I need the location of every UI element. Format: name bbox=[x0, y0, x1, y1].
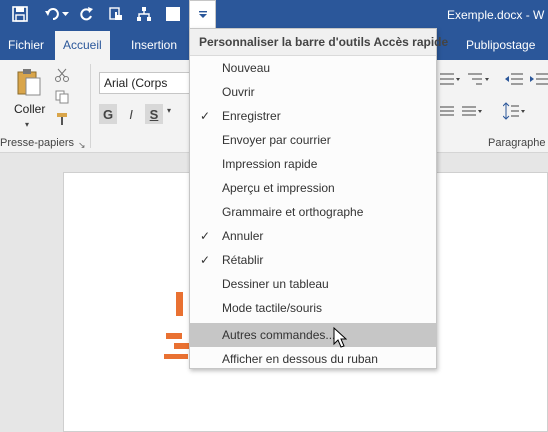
check-icon: ✓ bbox=[200, 253, 211, 267]
copy-icon[interactable] bbox=[55, 90, 69, 107]
draw-table-icon[interactable] bbox=[133, 3, 155, 25]
paragraph-group-label: Paragraphe bbox=[488, 137, 546, 149]
justify-icon[interactable] bbox=[440, 106, 454, 121]
undo-dropdown-icon[interactable] bbox=[60, 3, 70, 25]
blank-icon[interactable] bbox=[162, 3, 184, 25]
cut-icon[interactable] bbox=[55, 68, 69, 85]
tab-publipostage[interactable]: Publipostage bbox=[458, 31, 543, 60]
increase-indent-icon[interactable] bbox=[530, 72, 548, 89]
menu-item-ouvrir[interactable]: Ouvrir bbox=[190, 80, 436, 104]
check-icon: ✓ bbox=[200, 229, 211, 243]
chevron-down-icon bbox=[198, 10, 207, 18]
customize-qat-menu: Personnaliser la barre d'outils Accès ra… bbox=[189, 28, 448, 371]
decrease-indent-icon[interactable] bbox=[505, 72, 523, 89]
menu-item-enregistrer[interactable]: ✓ Enregistrer bbox=[190, 104, 436, 128]
tab-insertion[interactable]: Insertion bbox=[123, 31, 185, 60]
italic-button[interactable]: I bbox=[122, 104, 140, 124]
menu-item-nouveau[interactable]: Nouveau bbox=[190, 56, 436, 80]
tab-fichier[interactable]: Fichier bbox=[0, 31, 52, 60]
tab-accueil[interactable]: Accueil bbox=[55, 31, 110, 60]
paste-dropdown-icon[interactable]: ▾ bbox=[25, 120, 29, 129]
clipboard-group-label: Presse-papiers bbox=[0, 137, 74, 149]
format-painter-icon[interactable] bbox=[55, 112, 69, 129]
menu-item-mode-tactile[interactable]: Mode tactile/souris bbox=[190, 296, 436, 320]
paste-icon[interactable] bbox=[16, 68, 44, 101]
menu-item-retablir[interactable]: ✓ Rétablir bbox=[190, 248, 436, 272]
check-icon: ✓ bbox=[200, 109, 211, 123]
save-icon[interactable] bbox=[9, 3, 31, 25]
touch-mode-icon[interactable] bbox=[105, 3, 127, 25]
document-title: Exemple.docx - W bbox=[447, 8, 545, 22]
multilevel-list-icon[interactable] bbox=[468, 72, 490, 89]
redo-icon[interactable] bbox=[75, 3, 97, 25]
menu-item-annuler[interactable]: ✓ Annuler bbox=[190, 224, 436, 248]
menu-item-autres-commandes[interactable]: Autres commandes... bbox=[190, 323, 436, 347]
dialog-launcher-icon[interactable]: ↘ bbox=[78, 140, 86, 151]
list-icon[interactable] bbox=[440, 72, 460, 89]
line-spacing-icon[interactable] bbox=[502, 102, 525, 123]
underline-button[interactable]: S bbox=[145, 104, 163, 124]
menu-item-dessiner-tableau[interactable]: Dessiner un tableau bbox=[190, 272, 436, 296]
menu-item-grammaire[interactable]: Grammaire et orthographe bbox=[190, 200, 436, 224]
menu-title: Personnaliser la barre d'outils Accès ra… bbox=[190, 29, 448, 56]
group-separator bbox=[90, 64, 91, 148]
paste-label[interactable]: Coller bbox=[14, 102, 45, 116]
title-bar: Exemple.docx - W bbox=[0, 0, 548, 31]
menu-item-apercu-impression[interactable]: Aperçu et impression bbox=[190, 176, 436, 200]
menu-item-envoyer-par-courrier[interactable]: Envoyer par courrier bbox=[190, 128, 436, 152]
font-name-field[interactable]: Arial (Corps bbox=[99, 72, 191, 94]
mouse-cursor-icon bbox=[333, 326, 348, 352]
menu-item-afficher-dessous-ruban[interactable]: Afficher en dessous du ruban bbox=[190, 347, 436, 371]
align-icon[interactable] bbox=[462, 106, 482, 121]
underline-dropdown-icon[interactable]: ▾ bbox=[167, 106, 171, 115]
menu-item-impression-rapide[interactable]: Impression rapide bbox=[190, 152, 436, 176]
customize-qat-button[interactable] bbox=[189, 0, 216, 28]
bold-button[interactable]: G bbox=[99, 104, 117, 124]
